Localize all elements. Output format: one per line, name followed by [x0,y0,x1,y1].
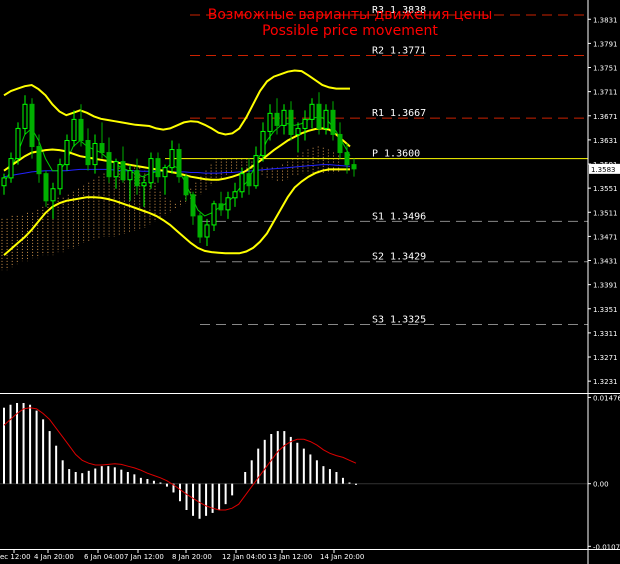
price-tick-label: 1.3711 [593,89,618,97]
current-price-label: 1.3583 [591,166,616,174]
candle-body [106,152,112,178]
candle-body [309,103,315,120]
candle-body [267,112,273,132]
price-tick-label: 1.3671 [593,113,618,121]
time-label: 6 Jan 04:00 [84,553,124,561]
candle-body [43,173,49,202]
level-label: S2 1.3429 [372,252,426,263]
candle-body [197,215,203,238]
price-tick-label: 1.3311 [593,330,618,338]
candle-body [1,177,7,187]
candle-body [99,143,105,154]
time-label: 8 Jan 20:00 [172,553,212,561]
candle-body [344,152,350,166]
price-tick-label: 1.3631 [593,137,618,145]
price-tick-label: 1.3391 [593,282,618,290]
time-label: 13 Jan 12:00 [268,553,312,561]
candle-body [218,203,224,211]
candle-body [85,139,91,166]
candle-body [120,161,126,181]
osc-tick-label: 0.01476 [593,394,620,402]
candle-body [176,149,182,178]
candle-body [155,158,161,178]
candle-body [22,103,28,129]
candle-body [92,143,98,166]
candle-body [36,146,42,175]
candle-body [316,103,322,129]
time-label: ec 12:00 [0,553,31,561]
level-label: R1 1.3667 [372,108,426,119]
candle-body [169,149,175,169]
price-tick-label: 1.3351 [593,306,618,314]
time-label: 4 Jan 20:00 [34,553,74,561]
candle-body [8,158,14,179]
price-tick-label: 1.3551 [593,185,618,193]
level-label: R2 1.3771 [372,45,426,56]
chart-title-ru: Возможные варианты движения цены [207,7,493,23]
price-tick-label: 1.3831 [593,16,618,24]
candle-body [302,118,308,129]
price-tick-label: 1.3511 [593,209,618,217]
candle-body [337,133,343,154]
candle-body [204,224,210,238]
price-tick-label: 1.3231 [593,378,618,386]
osc-tick-label: -0.01071 [593,543,620,551]
candle-body [134,170,140,187]
price-tick-label: 1.3751 [593,65,618,73]
candle-body [351,164,357,170]
candle-body [141,182,147,187]
candle-body [274,112,280,126]
candle-body [239,173,245,193]
candle-body [71,118,77,141]
time-label: 7 Jan 12:00 [124,553,164,561]
candle-body [323,109,329,129]
candle-body [64,139,70,166]
price-tick-label: 1.3471 [593,233,618,241]
candle-body [211,203,217,226]
candle-body [15,127,21,160]
candle-body [29,103,35,148]
osc-tick-label: 0.00 [593,481,609,489]
candle-body [162,167,168,178]
level-label: S1 1.3496 [372,211,426,222]
candle-body [183,176,189,196]
candle-body [57,164,63,190]
candle-body [225,197,231,211]
candle-body [232,191,238,199]
time-label: 12 Jan 04:00 [222,553,266,561]
candle-body [246,173,252,187]
candle-body [78,118,84,141]
level-label: S3 1.3325 [372,314,426,325]
candle-body [295,127,301,135]
chart-title-en: Possible price movement [262,23,438,39]
level-label: P 1.3600 [372,149,420,160]
candle-body [288,109,294,135]
forex-chart: R3 1.3838R2 1.3771R1 1.3667P 1.3600S1 1.… [0,0,620,564]
candle-body [190,194,196,217]
candle-body [330,109,336,135]
price-tick-label: 1.3431 [593,258,618,266]
candle-body [50,188,56,202]
time-label: 14 Jan 20:00 [320,553,364,561]
candle-body [260,130,266,157]
candle-body [127,170,133,181]
candle-body [148,158,154,184]
candle-body [113,161,119,178]
candle-body [281,109,287,126]
price-tick-label: 1.3271 [593,354,618,362]
candle-body [253,155,259,187]
price-tick-label: 1.3791 [593,40,618,48]
